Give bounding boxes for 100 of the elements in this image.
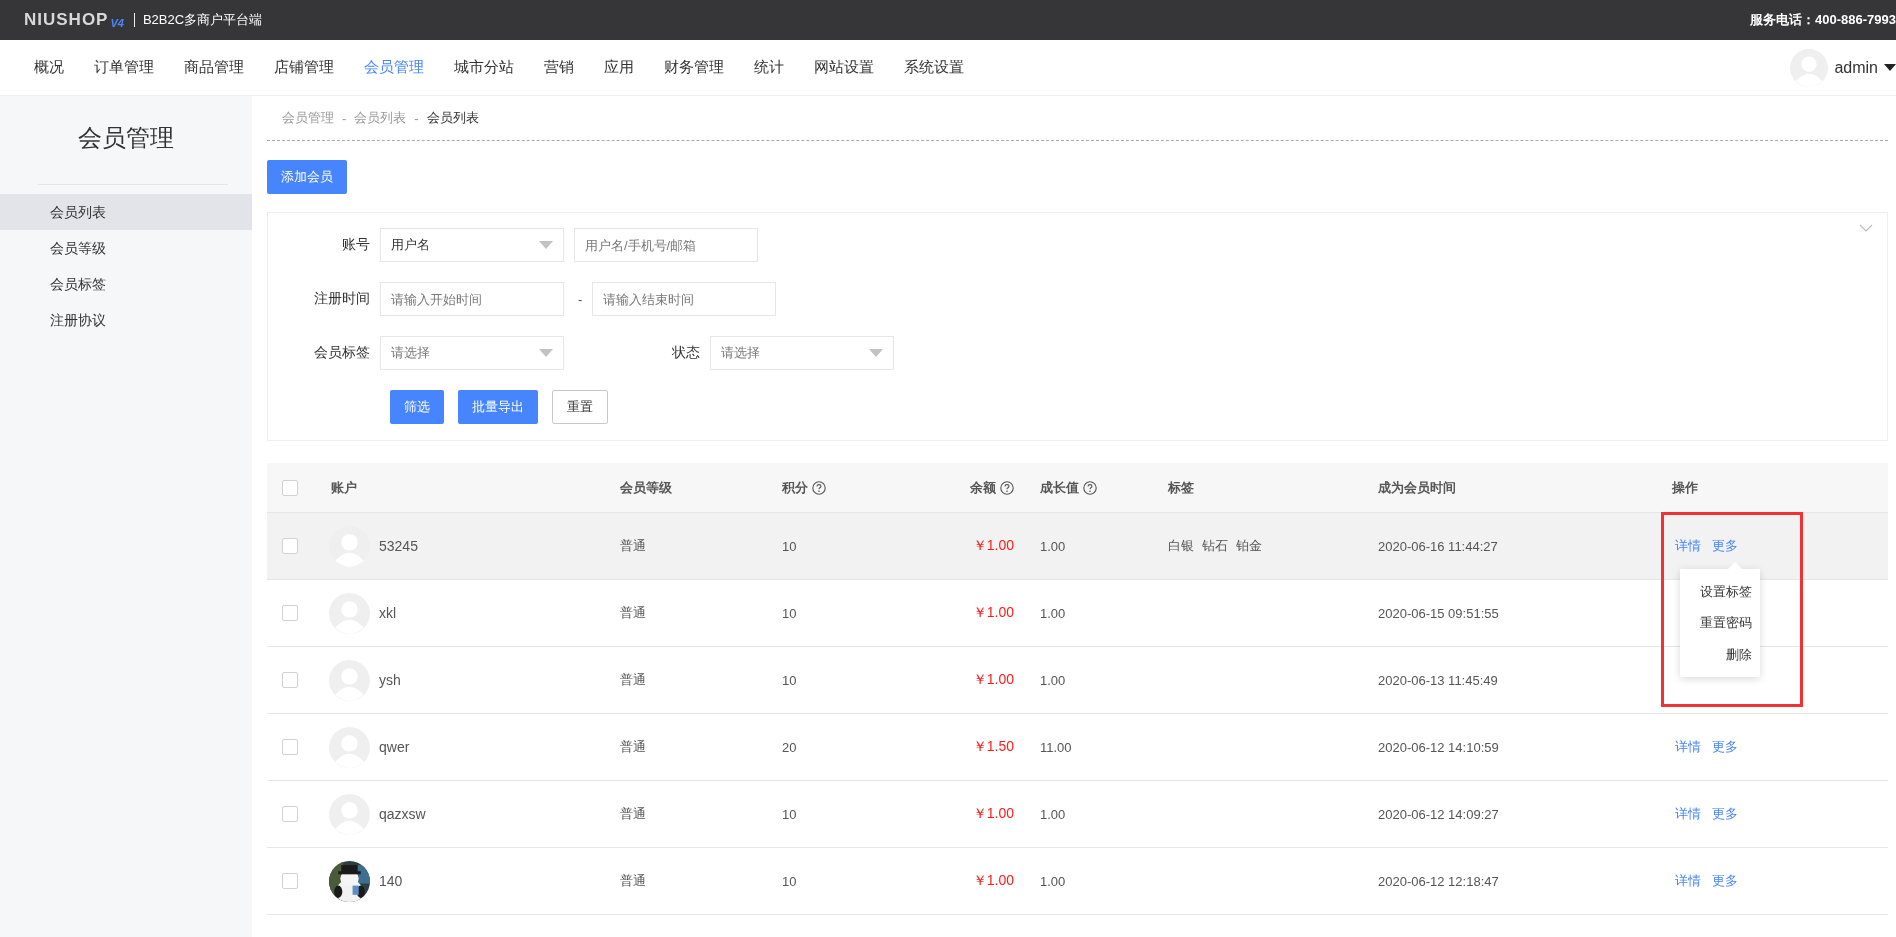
nav-item[interactable]: 订单管理 (79, 58, 169, 77)
table-cell: 普通 (620, 671, 646, 689)
nav-item[interactable]: 系统设置 (889, 58, 979, 77)
checkbox[interactable] (282, 873, 298, 889)
table-cell: 普通 (620, 738, 646, 756)
sidebar-item[interactable]: 会员等级 (0, 230, 252, 266)
table-cell: 普通 (620, 537, 646, 555)
table-cell: ￥1.00 (972, 805, 1014, 823)
table-cell: 普通 (620, 604, 646, 622)
table-cell: ￥1.50 (972, 738, 1014, 756)
checkbox[interactable] (282, 672, 298, 688)
action-link[interactable]: 更多 (1712, 738, 1738, 756)
chevron-down-icon[interactable] (1859, 224, 1873, 232)
input-field[interactable]: 用户名/手机号/邮箱 (574, 228, 758, 262)
action-link[interactable]: 详情 (1675, 738, 1701, 756)
sidebar-title: 会员管理 (77, 123, 175, 153)
input-field[interactable]: 请输入结束时间 (592, 282, 777, 316)
table-cell: 1.00 (1040, 672, 1066, 688)
sidebar-item[interactable]: 会员标签 (0, 266, 252, 302)
table-cell: 1.00 (1040, 538, 1066, 554)
table-cell: 10 (782, 605, 797, 621)
nav-item[interactable]: 会员管理 (349, 58, 439, 77)
breadcrumb-separator: - (342, 110, 347, 126)
table-cell: ￥1.00 (972, 872, 1014, 890)
caret-icon (539, 241, 553, 249)
table-cell: ￥1.00 (972, 537, 1014, 555)
checkbox[interactable] (282, 739, 298, 755)
table-cell: 普通 (620, 805, 646, 823)
nav-item[interactable]: 应用 (589, 58, 649, 77)
nav-item[interactable]: 营销 (529, 58, 589, 77)
table-cell: 1.00 (1040, 605, 1066, 621)
action-link[interactable]: 详情 (1675, 805, 1701, 823)
column-header: 标签 (1168, 478, 1194, 497)
table-cell: ysh (379, 672, 401, 688)
table-cell: 20 (782, 739, 797, 755)
nav-item[interactable]: 财务管理 (649, 58, 739, 77)
caret-icon[interactable] (1884, 64, 1896, 71)
caret-icon (869, 349, 883, 357)
menu-item[interactable]: 设置标签 (1680, 582, 1752, 601)
nav-item[interactable]: 统计 (739, 58, 799, 77)
input-field[interactable]: 请输入开始时间 (380, 282, 564, 316)
help-icon (812, 480, 826, 495)
breadcrumb-separator: - (414, 110, 419, 126)
table-cell: qwer (379, 739, 410, 755)
reset-button[interactable]: 重置 (552, 390, 608, 424)
action-link[interactable]: 更多 (1712, 805, 1738, 823)
checkbox[interactable] (282, 605, 298, 621)
table-cell: 2020-06-12 12:18:47 (1378, 873, 1499, 889)
table-cell: qazxsw (379, 806, 426, 822)
table-cell: 10 (782, 538, 797, 554)
column-header: 操作 (1672, 478, 1698, 497)
nav-item[interactable]: 城市分站 (439, 58, 529, 77)
table-cell: 140 (379, 873, 403, 889)
sidebar-item[interactable]: 注册协议 (0, 302, 252, 338)
field-label: 状态 (671, 344, 701, 362)
checkbox[interactable] (282, 806, 298, 822)
menu-item[interactable]: 重置密码 (1680, 614, 1752, 632)
table-cell: 1.00 (1040, 873, 1066, 889)
checkbox[interactable] (282, 479, 298, 496)
select-field[interactable]: 用户名 (380, 228, 564, 262)
table-cell: 2020-06-15 09:51:55 (1378, 605, 1499, 621)
column-header: 会员等级 (620, 478, 672, 497)
table-cell: 10 (782, 873, 797, 889)
action-link[interactable]: 详情 (1675, 872, 1701, 890)
select-field[interactable]: 请选择 (380, 336, 564, 370)
menu-item[interactable]: 删除 (1680, 645, 1752, 664)
table-cell: ￥1.00 (972, 671, 1014, 689)
help-icon (1083, 480, 1097, 495)
sidebar-item[interactable]: 会员列表 (0, 194, 252, 230)
nav-item[interactable]: 网站设置 (799, 58, 889, 77)
tag-label: 白银 (1168, 537, 1194, 555)
user-name[interactable]: admin (1834, 58, 1878, 77)
nav-item[interactable]: 店铺管理 (259, 58, 349, 77)
tag-label: 钻石 (1202, 537, 1228, 555)
platform-name: B2B2C多商户平台端 (142, 11, 263, 29)
table-cell: 普通 (620, 872, 646, 890)
table-cell: 2020-06-12 14:09:27 (1378, 806, 1499, 822)
column-header: 积分 (782, 478, 808, 497)
nav-item[interactable]: 概况 (19, 58, 79, 77)
table-cell: 2020-06-13 11:45:49 (1378, 672, 1498, 688)
table-cell: ￥1.00 (972, 604, 1014, 622)
table-cell: 11.00 (1040, 739, 1072, 755)
breadcrumb-current: 会员列表 (426, 109, 479, 127)
nav-item[interactable]: 商品管理 (169, 58, 259, 77)
select-field[interactable]: 请选择 (710, 336, 894, 370)
action-link[interactable]: 更多 (1712, 872, 1738, 890)
table-cell: 10 (782, 672, 797, 688)
caret-icon (539, 349, 553, 357)
checkbox[interactable] (282, 538, 298, 554)
table-cell: 2020-06-12 14:10:59 (1378, 739, 1499, 755)
field-label: 会员标签 (313, 344, 371, 362)
tag-label: 铂金 (1236, 537, 1262, 555)
table-cell: 1.00 (1040, 806, 1066, 822)
column-header: 账户 (331, 478, 357, 497)
column-header: 成为会员时间 (1378, 478, 1456, 497)
logo-version: V4 (110, 17, 124, 29)
help-icon (1000, 480, 1014, 495)
column-header: 余额 (970, 478, 996, 497)
table-cell: xkl (379, 605, 397, 621)
table-cell: 53245 (379, 538, 418, 554)
